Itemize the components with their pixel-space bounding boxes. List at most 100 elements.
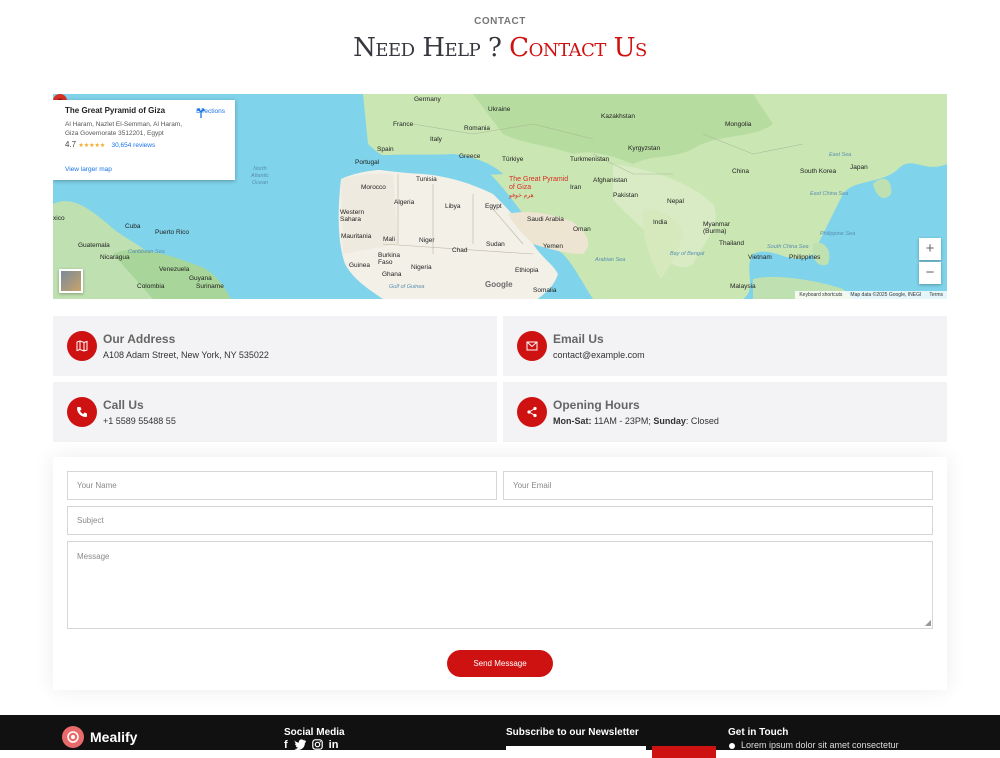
map-label-thailand: Thailand <box>719 240 744 247</box>
map-label-mongolia: Mongolia <box>725 121 752 128</box>
info-address: Our Address A108 Adam Street, New York, … <box>53 316 497 376</box>
map-label-philippines: Philippines <box>789 254 821 261</box>
map-label-myanmar: Myanmar (Burma) <box>703 221 731 235</box>
message-textarea[interactable] <box>67 541 933 629</box>
star-rating-icon: ★★★★★ <box>78 143 106 149</box>
info-email-value[interactable]: contact@example.com <box>553 350 645 360</box>
terms-link[interactable]: Terms <box>929 292 943 298</box>
directions-icon <box>197 108 205 118</box>
info-call: Call Us +1 5589 55488 55 <box>53 382 497 442</box>
map-label-vietnam: Vietnam <box>748 254 772 261</box>
pin-label-text: The Great Pyramid of Giza <box>509 176 569 191</box>
name-input[interactable] <box>67 471 497 500</box>
share-icon <box>517 397 547 427</box>
map-label-sudan: Sudan <box>486 241 505 248</box>
map-place-card: The Great Pyramid of Giza Al Haram, Nazl… <box>53 100 235 180</box>
map-label-turkmenistan: Turkmenistan <box>570 156 610 163</box>
map-label-yemen: Yemen <box>543 243 563 250</box>
map-label-south-china-sea: South China Sea <box>767 244 809 250</box>
resize-handle-icon[interactable]: ◢ <box>925 618 931 627</box>
google-map[interactable]: Germany Ukraine Kazakhstan Mongolia Fran… <box>53 94 947 299</box>
info-email-title: Email Us <box>553 332 604 346</box>
map-label-portugal: Portugal <box>355 159 380 166</box>
zoom-in-button[interactable]: + <box>919 238 941 260</box>
social-links: f in <box>284 739 338 751</box>
map-label-oman: Oman <box>573 226 591 233</box>
brand-name: Mealify <box>90 729 138 745</box>
section-header: CONTACT Need Help ? Contact Us <box>0 0 1000 63</box>
hours-days-weekday: Mon-Sat: <box>553 416 592 426</box>
map-label-somalia: Somalia <box>533 287 557 294</box>
map-pin-label: The Great Pyramid of Giza هرم خوفو <box>509 176 571 200</box>
map-label-libya: Libya <box>445 203 461 210</box>
info-address-title: Our Address <box>103 332 176 346</box>
map-label-bay-of-bengal: Bay of Bengal <box>670 251 705 257</box>
map-label-egypt: Egypt <box>485 203 502 210</box>
get-in-touch-text: Lorem ipsum dolor sit amet consectetur <box>741 740 899 750</box>
map-label-colombia: Colombia <box>137 283 165 290</box>
map-label-mali: Mali <box>383 236 395 243</box>
map-label-venezuela: Venezuela <box>159 266 190 273</box>
send-message-button[interactable]: Send Message <box>447 650 553 677</box>
contact-form: ◢ Send Message <box>53 457 947 690</box>
twitter-icon[interactable] <box>293 739 306 750</box>
map-label-ukraine: Ukraine <box>488 106 511 113</box>
newsletter-email-input[interactable] <box>506 746 646 758</box>
map-label-chad: Chad <box>452 247 468 254</box>
phone-icon <box>67 397 97 427</box>
directions-button[interactable]: Directions <box>196 108 225 118</box>
map-label-ghana: Ghana <box>382 271 402 278</box>
keyboard-shortcuts-link[interactable]: Keyboard shortcuts <box>799 292 842 298</box>
info-call-value[interactable]: +1 5589 55488 55 <box>103 416 176 426</box>
facebook-icon[interactable]: f <box>284 739 288 751</box>
map-label-suriname: Suriname <box>196 283 224 290</box>
map-icon <box>67 331 97 361</box>
title-plain: Need Help ? <box>353 33 502 63</box>
map-label-caribbean-sea: Caribbean Sea <box>128 249 165 255</box>
hours-time-weekday: 11AM - 23PM; <box>591 416 654 426</box>
map-label-western-sahara: Western Sahara <box>340 209 365 223</box>
map-satellite-toggle[interactable] <box>59 269 83 293</box>
map-place-rating: 4.7 ★★★★★ 30,654 reviews <box>65 140 227 149</box>
map-label-north-atlantic: North Atlantic Ocean <box>250 166 270 186</box>
hours-time-sunday: : Closed <box>685 416 719 426</box>
map-label-iran: Iran <box>570 184 582 191</box>
hours-days-sunday: Sunday <box>653 416 686 426</box>
info-address-value: A108 Adam Street, New York, NY 535022 <box>103 350 269 360</box>
social-media-title: Social Media <box>284 727 345 738</box>
message-wrapper: ◢ <box>67 541 933 629</box>
map-label-niger: Niger <box>419 237 435 244</box>
brand-logo-icon <box>62 726 84 748</box>
map-label-south-korea: South Korea <box>800 168 837 175</box>
map-label-romania: Romania <box>464 125 491 132</box>
subject-input[interactable] <box>67 506 933 535</box>
map-label-india: India <box>653 219 668 226</box>
map-label-guatemala: Guatemala <box>78 242 110 249</box>
map-label-east-sea: East Sea <box>829 152 852 158</box>
map-label-morocco: Morocco <box>361 184 386 191</box>
view-larger-map-link[interactable]: View larger map <box>65 166 112 173</box>
map-label-kyrgyzstan: Kyrgyzstan <box>628 145 661 152</box>
map-label-nigeria: Nigeria <box>411 264 432 271</box>
map-label-greece: Greece <box>459 153 481 160</box>
envelope-icon <box>517 331 547 361</box>
map-label-philippine-sea: Philippine Sea <box>820 231 856 237</box>
reviews-link[interactable]: 30,654 reviews <box>112 142 156 149</box>
email-input[interactable] <box>503 471 933 500</box>
info-hours-title: Opening Hours <box>553 398 640 412</box>
info-hours: Opening Hours Mon-Sat: 11AM - 23PM; Sund… <box>503 382 947 442</box>
footer-brand[interactable]: Mealify <box>62 726 137 748</box>
map-label-east-china-sea: East China Sea <box>810 191 849 197</box>
map-label-guinea: Guinea <box>349 262 370 269</box>
zoom-out-button[interactable]: − <box>919 262 941 284</box>
map-label-puerto-rico: Puerto Rico <box>155 229 189 236</box>
bullet-icon <box>729 743 735 749</box>
instagram-icon[interactable] <box>311 739 323 750</box>
map-label-france: France <box>393 121 414 128</box>
map-label-germany: Germany <box>414 96 441 103</box>
linkedin-icon[interactable]: in <box>329 739 339 751</box>
newsletter-subscribe-button[interactable] <box>652 746 716 758</box>
map-label-mauritania: Mauritania <box>341 233 372 240</box>
map-label-kazakhstan: Kazakhstan <box>601 113 635 120</box>
map-attribution: Keyboard shortcuts Map data ©2025 Google… <box>795 291 947 299</box>
